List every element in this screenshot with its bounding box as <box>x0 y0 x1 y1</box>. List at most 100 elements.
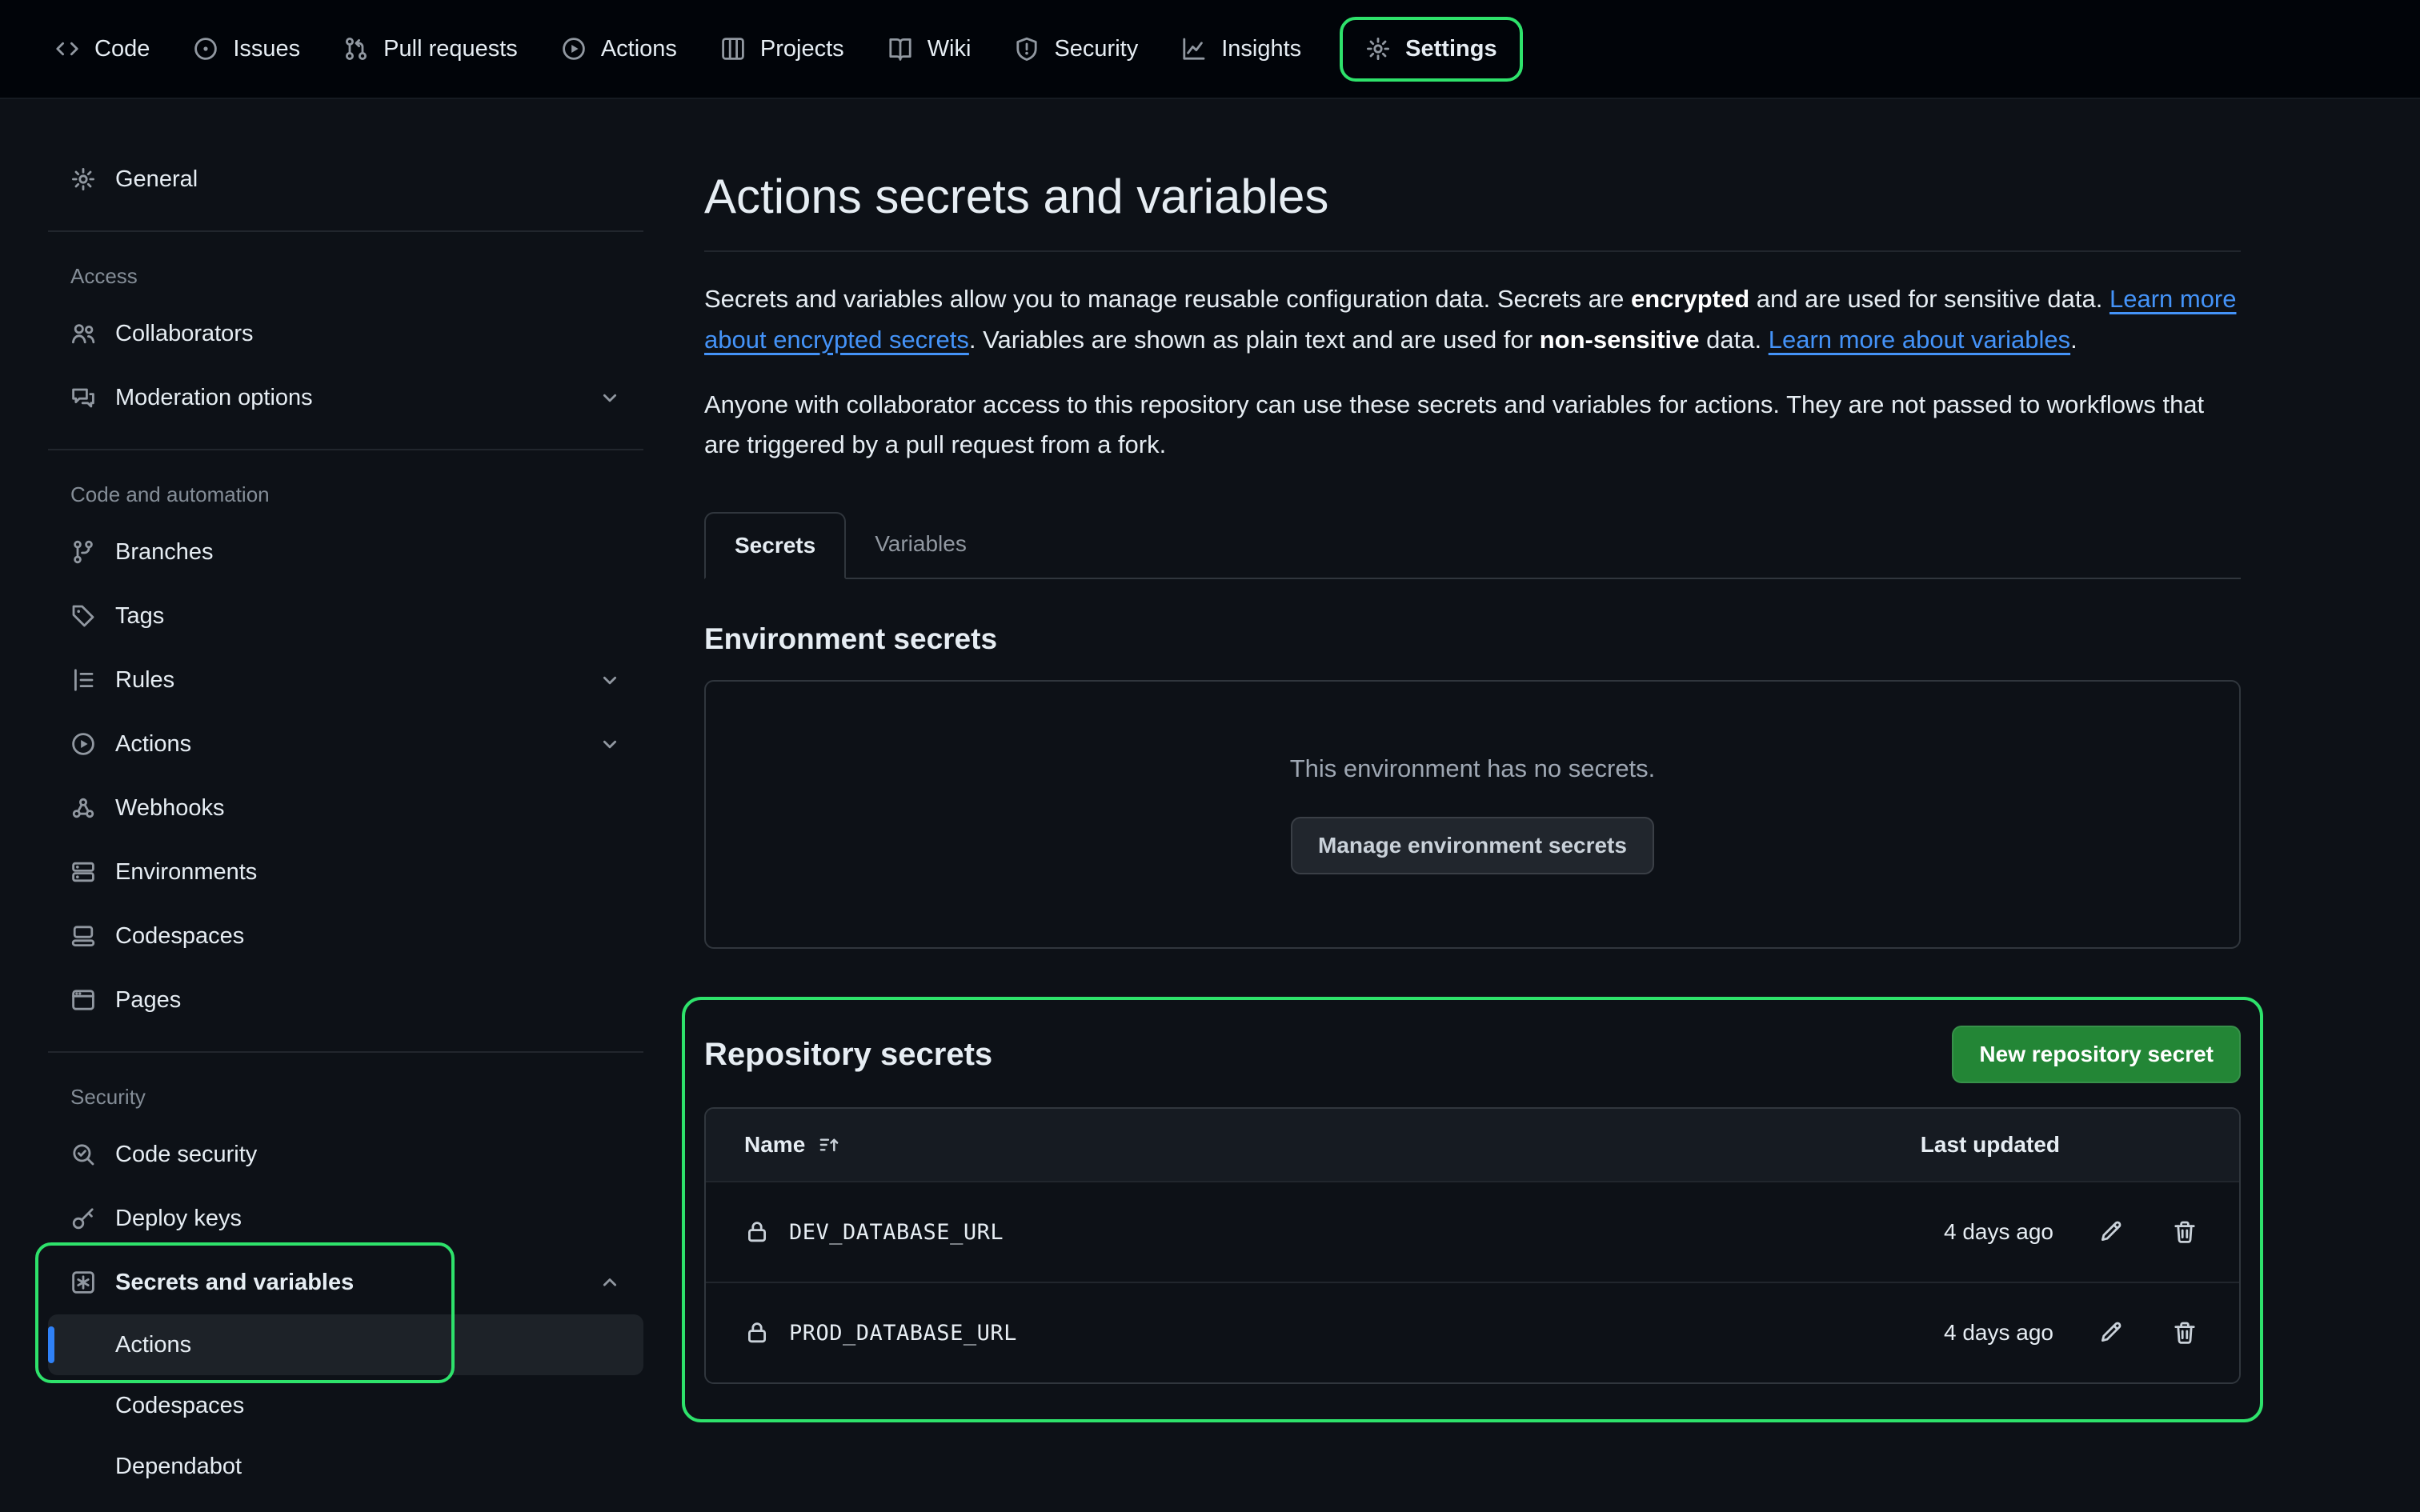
repository-secrets-section: Repository secrets New repository secret… <box>682 997 2263 1422</box>
rules-icon <box>70 667 96 693</box>
sidebar-item-webhooks[interactable]: Webhooks <box>48 776 643 840</box>
shield-icon <box>1014 36 1040 62</box>
secret-row-name-cell: PROD_DATABASE_URL <box>744 1320 1017 1346</box>
nav-tab-label: Pull requests <box>383 36 518 62</box>
sidebar-subitem-codespaces[interactable]: Codespaces <box>48 1375 643 1436</box>
tag-icon <box>70 603 96 629</box>
sidebar-item-pages[interactable]: Pages <box>48 968 643 1032</box>
sidebar-item-code-security[interactable]: Code security <box>48 1122 643 1186</box>
sidebar-item-label: Webhooks <box>115 795 225 822</box>
book-icon <box>887 36 913 62</box>
secret-last-updated: 4 days ago <box>1944 1320 2053 1346</box>
git-branch-icon <box>70 539 96 565</box>
intro-bold-encrypted: encrypted <box>1631 285 1749 313</box>
sidebar-item-label: Secrets and variables <box>115 1270 354 1296</box>
variables-link[interactable]: Learn more about variables <box>1769 326 2070 354</box>
sidebar-item-label: General <box>115 166 198 193</box>
tab-secrets[interactable]: Secrets <box>704 512 846 579</box>
new-repository-secret-button[interactable]: New repository secret <box>1952 1026 2241 1083</box>
nav-tab-code[interactable]: Code <box>38 23 166 75</box>
nav-tab-projects[interactable]: Projects <box>704 23 860 75</box>
settings-sidebar: General Access Collaborators Moderation … <box>0 99 679 1497</box>
manage-environment-secrets-button[interactable]: Manage environment secrets <box>1291 817 1654 874</box>
gear-icon <box>1365 36 1391 62</box>
sidebar-item-label: Moderation options <box>115 385 313 411</box>
edit-secret-button[interactable] <box>2095 1216 2127 1248</box>
nav-tab-settings[interactable]: Settings <box>1340 17 1522 82</box>
nav-tab-label: Insights <box>1221 36 1301 62</box>
secret-last-updated: 4 days ago <box>1944 1219 2053 1245</box>
sidebar-subitem-label: Codespaces <box>115 1393 244 1419</box>
sidebar-item-label: Branches <box>115 539 214 566</box>
sidebar-item-deploy-keys[interactable]: Deploy keys <box>48 1186 643 1250</box>
nav-tab-wiki[interactable]: Wiki <box>871 23 988 75</box>
sidebar-item-codespaces[interactable]: Codespaces <box>48 904 643 968</box>
issue-opened-icon <box>193 36 218 62</box>
lock-icon <box>744 1219 770 1245</box>
sidebar-item-environments[interactable]: Environments <box>48 840 643 904</box>
trash-icon <box>2172 1219 2198 1245</box>
environment-secrets-empty-state: This environment has no secrets. Manage … <box>704 680 2241 949</box>
pencil-icon <box>2098 1219 2124 1245</box>
title-divider <box>704 250 2241 252</box>
graph-icon <box>1181 36 1207 62</box>
nav-tab-issues[interactable]: Issues <box>177 23 316 75</box>
sidebar-item-tags[interactable]: Tags <box>48 584 643 648</box>
nav-tab-label: Wiki <box>928 36 972 62</box>
nav-tab-security[interactable]: Security <box>998 23 1154 75</box>
sidebar-item-label: Deploy keys <box>115 1206 242 1232</box>
nav-tab-insights[interactable]: Insights <box>1165 23 1317 75</box>
chevron-down-icon <box>599 733 621 755</box>
codespaces-icon <box>70 923 96 949</box>
secret-row-name-cell: DEV_DATABASE_URL <box>744 1219 1004 1245</box>
gear-icon <box>70 166 96 192</box>
sidebar-divider <box>48 1051 643 1053</box>
play-circle-icon <box>561 36 587 62</box>
settings-content: Actions secrets and variables Secrets an… <box>679 99 2420 1422</box>
repository-secrets-table: Name Last updated DEV_DATABASE_URL 4 day… <box>704 1107 2241 1384</box>
delete-secret-button[interactable] <box>2169 1317 2201 1349</box>
sidebar-item-secrets-and-variables[interactable]: Secrets and variables <box>48 1250 643 1314</box>
asterisk-box-icon <box>70 1270 96 1295</box>
people-icon <box>70 321 96 346</box>
tab-variables[interactable]: Variables <box>846 512 996 578</box>
sidebar-section-code-and-automation: Code and automation <box>48 470 643 520</box>
sidebar-section-access: Access <box>48 251 643 302</box>
secrets-and-variables-group: Secrets and variables Actions <box>48 1250 643 1375</box>
nav-tab-actions[interactable]: Actions <box>545 23 693 75</box>
sidebar-item-label: Pages <box>115 987 181 1014</box>
codescan-icon <box>70 1142 96 1167</box>
sidebar-item-label: Tags <box>115 603 164 630</box>
sidebar-divider <box>48 230 643 232</box>
sidebar-section-security: Security <box>48 1072 643 1122</box>
sidebar-subitem-dependabot[interactable]: Dependabot <box>48 1436 643 1497</box>
intro-bold-non-sensitive: non-sensitive <box>1540 326 1700 354</box>
secret-name: DEV_DATABASE_URL <box>789 1220 1004 1245</box>
sidebar-divider <box>48 449 643 450</box>
edit-secret-button[interactable] <box>2095 1317 2127 1349</box>
webhook-icon <box>70 795 96 821</box>
nav-tab-label: Issues <box>233 36 300 62</box>
intro-paragraph: Secrets and variables allow you to manag… <box>704 279 2241 361</box>
sidebar-item-collaborators[interactable]: Collaborators <box>48 302 643 366</box>
sidebar-item-label: Code security <box>115 1142 257 1168</box>
delete-secret-button[interactable] <box>2169 1216 2201 1248</box>
table-header-row: Name Last updated <box>706 1109 2239 1181</box>
sidebar-subitem-actions[interactable]: Actions <box>48 1314 643 1375</box>
sidebar-subitem-label: Dependabot <box>115 1454 242 1480</box>
repository-secrets-header: Repository secrets New repository secret <box>704 1026 2241 1083</box>
sidebar-item-label: Environments <box>115 859 257 886</box>
comment-discussion-icon <box>70 385 96 410</box>
nav-tab-pull-requests[interactable]: Pull requests <box>327 23 534 75</box>
project-table-icon <box>720 36 746 62</box>
sidebar-item-general[interactable]: General <box>48 147 643 211</box>
nav-tab-label: Settings <box>1405 36 1496 62</box>
sidebar-item-rules[interactable]: Rules <box>48 648 643 712</box>
column-header-name[interactable]: Name <box>744 1132 840 1158</box>
sidebar-item-branches[interactable]: Branches <box>48 520 643 584</box>
key-icon <box>70 1206 96 1231</box>
intro-text: . Variables are shown as plain text and … <box>969 326 1540 354</box>
sidebar-item-actions[interactable]: Actions <box>48 712 643 776</box>
sidebar-item-moderation-options[interactable]: Moderation options <box>48 366 643 430</box>
nav-tab-label: Projects <box>760 36 844 62</box>
